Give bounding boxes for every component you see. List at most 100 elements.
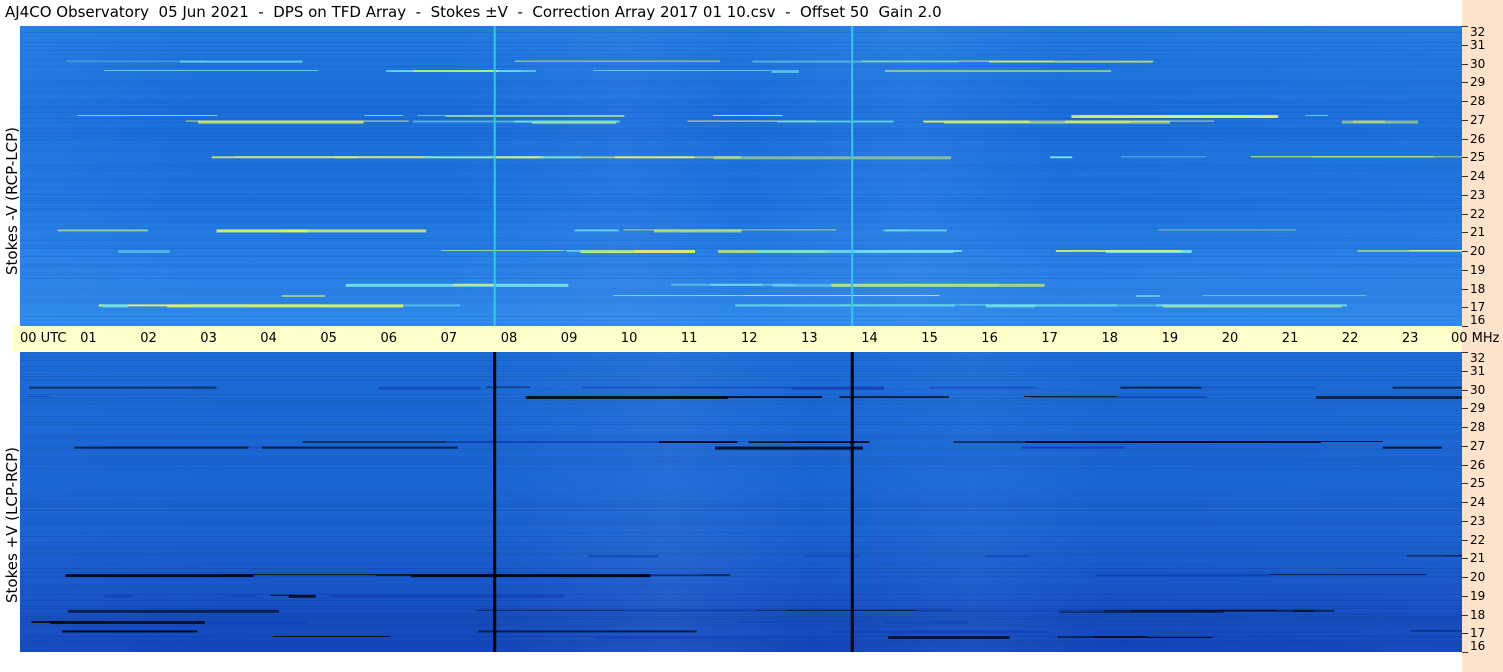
x-tick-label: 04 (260, 331, 277, 346)
texture-stripe (20, 458, 1462, 459)
absorption-band (104, 594, 132, 598)
texture-stripe (20, 400, 1462, 401)
texture-stripe (20, 64, 1462, 65)
texture-stripe (20, 360, 1462, 361)
y-tick-label: 27 (1470, 438, 1486, 453)
absorption-band (476, 609, 636, 611)
texture-stripe (20, 646, 1462, 647)
texture-stripe (20, 94, 1462, 95)
y-tick-label: 24 (1470, 495, 1486, 509)
texture-stripe (20, 164, 1462, 165)
emission-band (1202, 295, 1367, 296)
y-tick-mark (1462, 408, 1468, 410)
texture-stripe (20, 530, 1462, 531)
absorption-band (26, 396, 51, 397)
texture-stripe (20, 438, 1462, 439)
texture-stripe (20, 98, 1462, 99)
y-tick-label: 29 (1470, 75, 1486, 90)
x-tick-label: 21 (1281, 331, 1299, 346)
y-tick-label: 30 (1470, 382, 1486, 397)
y-tick-mark (1462, 352, 1468, 353)
texture-stripe (20, 628, 1462, 629)
texture-stripe (20, 506, 1462, 507)
texture-stripe (20, 82, 1462, 83)
absorption-band (595, 636, 827, 639)
texture-stripe (20, 74, 1462, 75)
x-tick-label: 16 (981, 331, 998, 346)
texture-stripe (20, 608, 1462, 609)
texture-stripe (20, 292, 1462, 293)
texture-stripe (20, 460, 1462, 461)
absorption-band (262, 446, 458, 449)
texture-stripe (20, 260, 1462, 261)
emission-band (77, 115, 218, 116)
y-tick-mark (1462, 520, 1468, 522)
texture-stripe (20, 276, 1462, 277)
texture-stripe (20, 126, 1462, 127)
texture-stripe (20, 228, 1462, 229)
texture-stripe (20, 602, 1462, 603)
emission-band (886, 229, 947, 232)
x-tick-label: 00 UTC (20, 331, 67, 346)
y-tick-label: 23 (1470, 187, 1486, 202)
texture-stripe (20, 258, 1462, 259)
absorption-band (1246, 574, 1426, 576)
absorption-band (74, 446, 249, 449)
x-tick-label: 03 (200, 331, 217, 346)
absorption-band (1106, 621, 1191, 623)
y-tick-mark (1462, 652, 1468, 653)
absorption-band (884, 621, 969, 624)
emission-band (857, 250, 887, 253)
texture-stripe (20, 198, 1462, 199)
emission-band (1050, 156, 1073, 159)
texture-stripe (20, 84, 1462, 85)
texture-stripe (20, 154, 1462, 155)
emission-band (839, 304, 1006, 306)
top-spectrogram-panel (20, 26, 1462, 326)
texture-stripe (20, 282, 1462, 283)
emission-band (710, 283, 763, 286)
x-tick-label: 17 (1041, 331, 1058, 346)
absorption-band (929, 386, 1036, 389)
texture-stripe (20, 488, 1462, 489)
y-tick-mark (1462, 445, 1468, 447)
texture-stripe (20, 148, 1462, 149)
y-tick-mark (1462, 326, 1468, 327)
texture-stripe (20, 624, 1462, 625)
texture-stripe (20, 464, 1462, 465)
texture-stripe (20, 220, 1462, 221)
texture-stripe (20, 434, 1462, 435)
texture-stripe (20, 52, 1462, 53)
emission-band (118, 250, 170, 253)
emission-band (57, 229, 148, 232)
y-tick-mark (1462, 26, 1468, 27)
texture-stripe (20, 410, 1462, 411)
texture-stripe (20, 208, 1462, 209)
y-tick-mark (1462, 44, 1468, 46)
texture-stripe (20, 566, 1462, 567)
texture-stripe (20, 406, 1462, 407)
texture-stripe (20, 588, 1462, 589)
emission-band (417, 115, 624, 116)
absorption-band (31, 621, 106, 623)
texture-stripe (20, 92, 1462, 93)
emission-band (1305, 115, 1328, 116)
texture-stripe (20, 538, 1462, 539)
texture-stripe (20, 288, 1462, 289)
absorption-band (803, 555, 859, 558)
texture-stripe (20, 210, 1462, 211)
texture-stripe (20, 262, 1462, 263)
emission-band (185, 120, 409, 122)
absorption-band (1131, 609, 1335, 612)
texture-stripe (20, 278, 1462, 279)
y-tick-mark (1462, 614, 1468, 616)
texture-stripe (20, 200, 1462, 201)
absorption-band (715, 446, 863, 450)
y-tick-mark (1462, 558, 1468, 560)
texture-stripe (20, 418, 1462, 419)
texture-stripe (20, 286, 1462, 287)
absorption-band (29, 386, 217, 389)
absorption-band (1382, 446, 1442, 449)
texture-stripe (20, 312, 1462, 313)
y-tick-mark (1462, 101, 1468, 102)
